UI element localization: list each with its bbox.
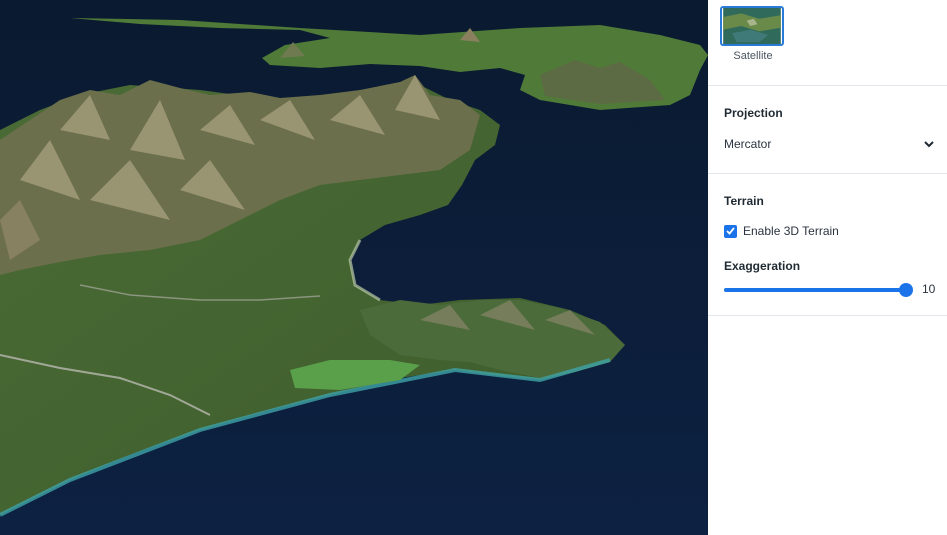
chevron-down-icon xyxy=(923,138,935,150)
enable-terrain-checkbox[interactable] xyxy=(724,224,737,238)
enable-terrain-row: Enable 3D Terrain xyxy=(724,224,839,238)
divider xyxy=(708,173,947,174)
map-view[interactable] xyxy=(0,0,708,535)
projection-title: Projection xyxy=(724,106,783,120)
exaggeration-slider[interactable] xyxy=(724,283,913,297)
satellite-thumbnail-icon xyxy=(720,6,784,46)
terrain-title: Terrain xyxy=(724,194,764,208)
enable-terrain-label: Enable 3D Terrain xyxy=(743,224,839,238)
slider-fill xyxy=(724,288,906,292)
basemap-label: Satellite xyxy=(733,50,773,62)
exaggeration-value: 10 xyxy=(922,282,936,296)
divider xyxy=(708,315,947,316)
terrain-map-canvas[interactable] xyxy=(0,0,708,535)
projection-value: Mercator xyxy=(724,137,772,151)
control-panel: Satellite Projection Mercator Terrain En… xyxy=(708,0,947,535)
basemap-satellite-option[interactable]: Satellite xyxy=(720,6,786,62)
slider-handle[interactable] xyxy=(899,283,913,297)
exaggeration-title: Exaggeration xyxy=(724,259,801,273)
check-icon xyxy=(726,227,735,235)
divider xyxy=(708,85,947,86)
projection-select[interactable]: Mercator xyxy=(724,134,935,154)
